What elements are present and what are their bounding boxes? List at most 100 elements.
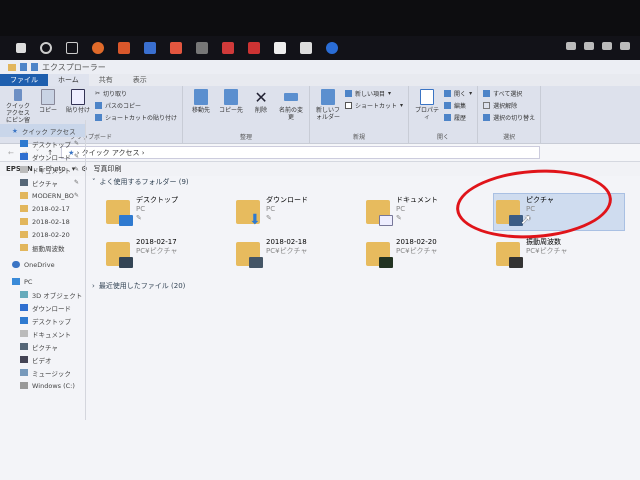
pin-icon: ✎ [73, 166, 79, 173]
nav-item[interactable]: ダウンロード ✎ [0, 150, 85, 163]
edge-icon[interactable] [326, 42, 338, 54]
shortcut-button[interactable]: ショートカット ▾ [345, 101, 403, 110]
app-icon[interactable] [222, 42, 234, 54]
download-icon [20, 153, 28, 160]
nav-item[interactable]: ミュージック [0, 366, 85, 379]
star-icon: ★ [12, 126, 18, 135]
pin-icon: ✎ [396, 214, 402, 222]
taskbar [0, 36, 640, 60]
photo-folder-icon [106, 242, 133, 268]
folder-icon [20, 205, 28, 212]
volume-icon[interactable] [602, 42, 612, 50]
folder-icon [20, 218, 28, 225]
nav-item[interactable]: 2018-02-20 [0, 228, 85, 241]
nav-item[interactable]: ピクチャ ✎ [0, 176, 85, 189]
photo-folder-icon [496, 242, 523, 268]
store-icon[interactable] [300, 42, 312, 54]
new-folder-icon [321, 89, 336, 105]
search-icon[interactable] [40, 42, 52, 54]
new-folder-qa-icon[interactable] [31, 63, 38, 71]
folder-item[interactable]: デスクトップ PC ✎ [104, 194, 234, 230]
tab-view[interactable]: 表示 [123, 74, 157, 86]
nav-item[interactable]: MODERN_BO ✎ [0, 189, 85, 202]
select-all-icon [483, 90, 491, 97]
nav-item[interactable]: 3D オブジェクト [0, 288, 85, 301]
nav-pc[interactable]: PC [0, 275, 85, 288]
app-icon[interactable] [170, 42, 182, 54]
nav-item[interactable]: ビデオ [0, 353, 85, 366]
properties-icon [420, 89, 435, 105]
desktop-icon [20, 317, 28, 324]
folder-item[interactable]: 2018-02-17 PC¥ピクチャ [104, 236, 234, 272]
tray-icon[interactable] [566, 42, 576, 50]
select-none-icon [483, 102, 491, 109]
music-icon [20, 369, 28, 376]
app-icon[interactable] [144, 42, 156, 54]
navigation-pane: ★ クイック アクセス デスクトップ ✎ ダウンロード ✎ ドキュメント ✎ ピクチャ ✎… [0, 120, 86, 420]
start-icon[interactable] [16, 43, 26, 53]
pictures-icon [20, 343, 28, 350]
nav-item[interactable]: デスクトップ [0, 314, 85, 327]
app-icon[interactable] [196, 42, 208, 54]
nav-onedrive[interactable]: OneDrive [0, 258, 85, 271]
nav-quick-access[interactable]: ★ クイック アクセス [0, 124, 85, 137]
download-icon [20, 304, 28, 311]
tab-home[interactable]: ホーム [48, 74, 89, 86]
paste-icon [71, 89, 85, 105]
nav-item[interactable]: 2018-02-17 [0, 202, 85, 215]
download-folder-icon: ⬇ [236, 200, 261, 227]
pin-icon: ✎ [73, 179, 79, 186]
wifi-icon[interactable] [584, 42, 594, 50]
edit-icon [444, 102, 452, 109]
select-none-button[interactable]: 選択解除 [483, 101, 535, 110]
nav-item[interactable]: Windows (C:) [0, 379, 85, 392]
tab-share[interactable]: 共有 [89, 74, 123, 86]
nav-item[interactable]: 振動周波数 [0, 241, 85, 254]
move-icon [194, 89, 209, 105]
cloud-icon [12, 261, 20, 268]
photo-folder-icon [236, 242, 263, 268]
nav-item[interactable]: ドキュメント [0, 327, 85, 340]
file-list: ˅ よく使用するフォルダー (9) デスクトップ PC ✎ ⬇ ダウンロード PC ✎ ドキ… [90, 120, 640, 420]
pc-icon [12, 278, 20, 285]
document-icon [20, 330, 28, 337]
tab-file[interactable]: ファイル [0, 74, 48, 86]
battery-icon[interactable] [620, 42, 630, 50]
firefox-icon[interactable] [92, 42, 104, 54]
properties-qa-icon[interactable] [20, 63, 27, 71]
documents-folder-icon [366, 200, 393, 226]
app-icon[interactable] [274, 42, 286, 54]
nav-item[interactable]: 2018-02-18 [0, 215, 85, 228]
nav-item[interactable]: ピクチャ [0, 340, 85, 353]
app-icon[interactable] [248, 42, 260, 54]
nav-item[interactable]: デスクトップ ✎ [0, 137, 85, 150]
folder-item[interactable]: 2018-02-20 PC¥ピクチャ [364, 236, 494, 272]
folder-item[interactable]: ⬇ ダウンロード PC ✎ [234, 194, 364, 230]
window-title: エクスプローラー [42, 62, 106, 72]
copy-icon [41, 89, 55, 105]
nav-item[interactable]: ダウンロード [0, 301, 85, 314]
open-icon [444, 90, 452, 97]
pin-icon: ✎ [73, 140, 79, 147]
new-item-button[interactable]: 新しい項目 ▾ [345, 89, 403, 98]
cut-button[interactable]: ✂ 切り取り [95, 89, 177, 98]
folder-item[interactable]: 振動周波数 PC¥ピクチャ [494, 236, 624, 272]
select-all-button[interactable]: すべて選択 [483, 89, 535, 98]
task-view-icon[interactable] [66, 42, 78, 54]
copy-path-button[interactable]: パスのコピー [95, 101, 177, 110]
video-icon [20, 356, 28, 363]
delete-icon: ✕ [254, 88, 268, 107]
3d-objects-icon [20, 291, 28, 298]
chevron-right-icon: › [92, 282, 95, 290]
ribbon-tabs: ファイル ホーム 共有 表示 [0, 74, 640, 86]
rename-icon [284, 93, 299, 101]
recent-files-header[interactable]: › 最近使用したファイル (20) [90, 280, 640, 292]
edit-button[interactable]: 編集 [444, 101, 472, 110]
folder-item[interactable]: 2018-02-18 PC¥ピクチャ [234, 236, 364, 272]
nav-item[interactable]: ドキュメント ✎ [0, 163, 85, 176]
pictures-icon [20, 179, 28, 186]
app-icon[interactable] [118, 42, 130, 54]
shortcut-icon [345, 102, 353, 109]
open-button[interactable]: 開く ▾ [444, 89, 472, 98]
scissors-icon: ✂ [95, 90, 101, 97]
